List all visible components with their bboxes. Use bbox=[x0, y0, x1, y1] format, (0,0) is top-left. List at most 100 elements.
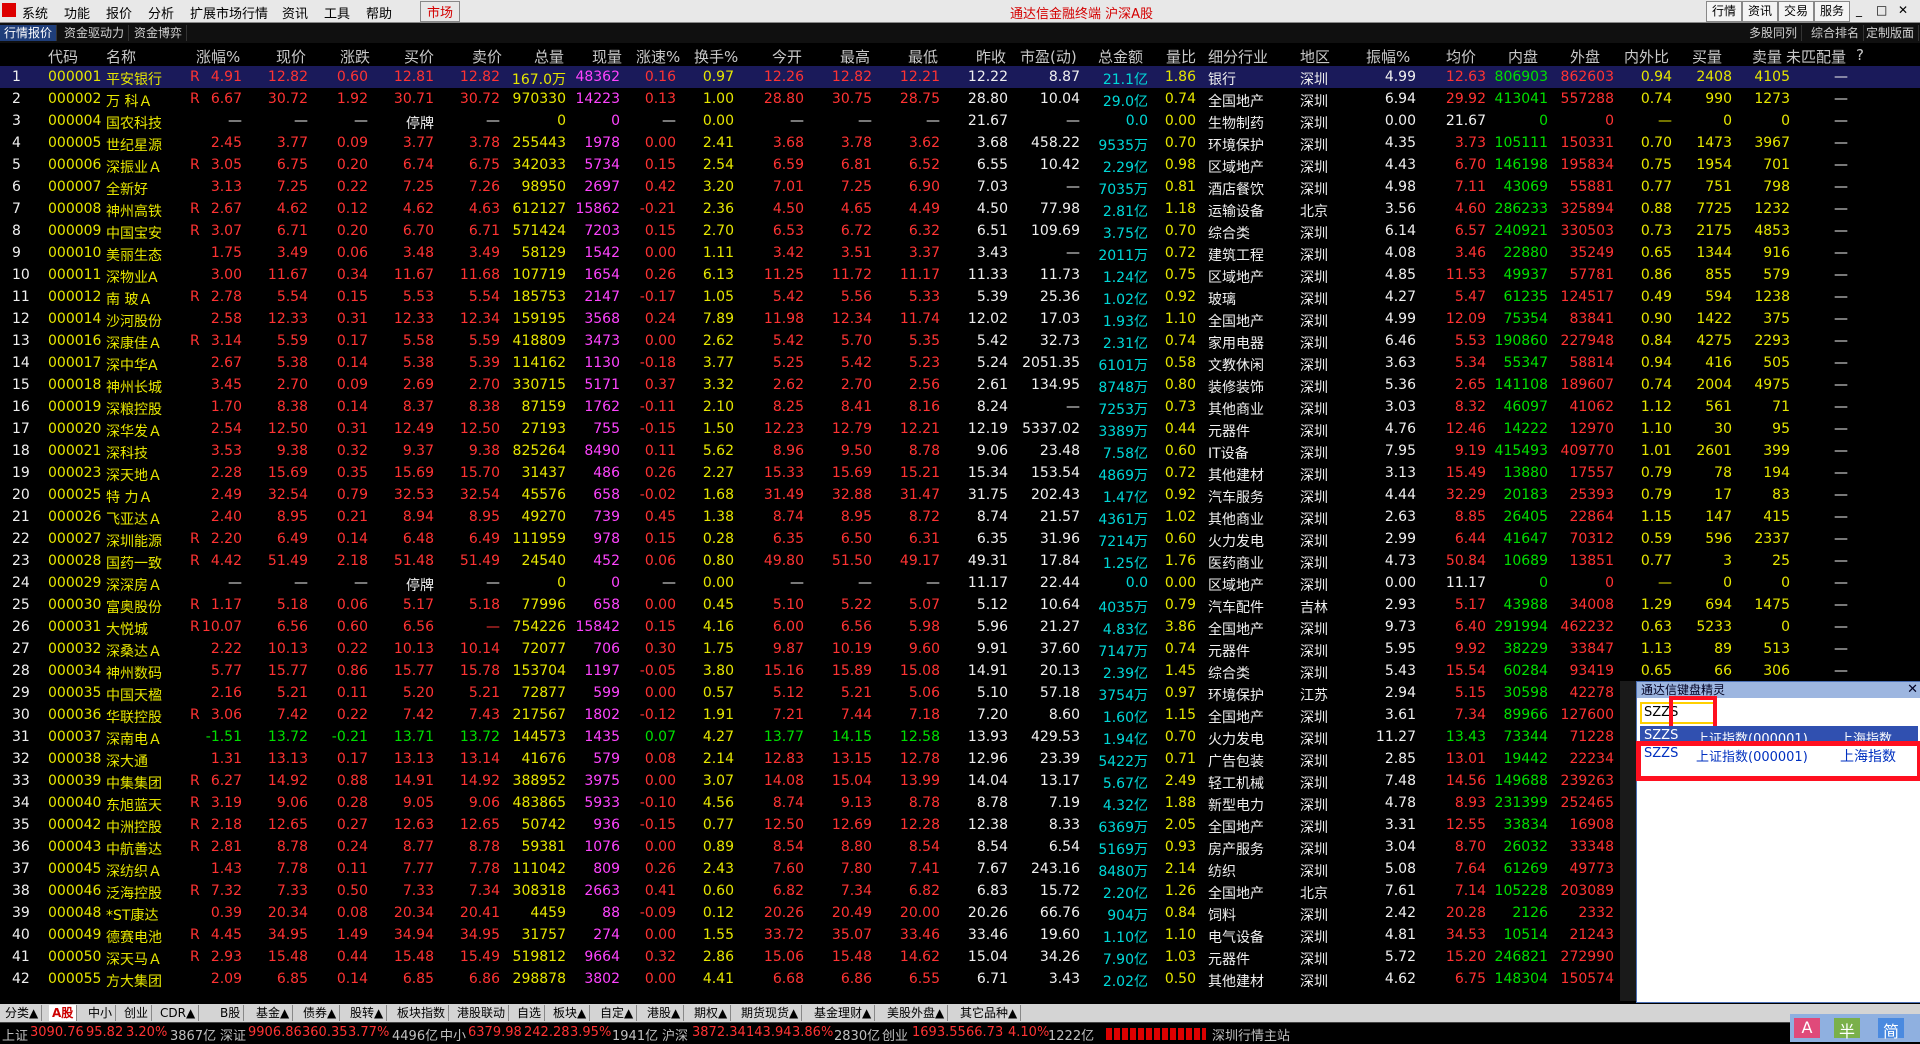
table-row[interactable]: 3 000004 国农科技 — — — 停牌 — 0 0 — 0.00 — — — 21.67 — 0.0 0.00… bbox=[0, 110, 1920, 132]
market-tab[interactable]: 板块指数 bbox=[394, 1005, 450, 1021]
table-row[interactable]: 6 000007 全新好 3.13 7.25 0.22 7.25 7.26 98950 2697 0… bbox=[0, 176, 1920, 198]
market-tab[interactable]: CDR▲ bbox=[157, 1005, 200, 1021]
col-outer[interactable]: 外盘 bbox=[1570, 46, 1600, 67]
table-row[interactable]: 12 000014 沙河股份 2.58 12.33 0.31 12.33 12.34 15919… bbox=[0, 308, 1920, 330]
col-unmatched[interactable]: 未匹配量 bbox=[1786, 46, 1846, 67]
market-tab[interactable]: 自定▲ bbox=[597, 1005, 638, 1021]
table-row[interactable]: 18 000021 深科技 3.53 9.38 0.32 9.37 9.38 825264 849… bbox=[0, 440, 1920, 462]
market-tab[interactable]: 中小 bbox=[85, 1005, 117, 1021]
topbtn-trade[interactable]: 交易 bbox=[1778, 1, 1814, 22]
table-row[interactable]: 8 000009 中国宝安 R 3.07 6.71 0.20 6.70 6.71 571424 72… bbox=[0, 220, 1920, 242]
col-turnover[interactable]: 换手% bbox=[694, 46, 738, 67]
market-tab[interactable]: 自选 bbox=[514, 1005, 546, 1021]
col-volume[interactable]: 总量 bbox=[534, 46, 564, 67]
tab-quote-list[interactable]: 行情报价 bbox=[0, 25, 58, 41]
menu-help[interactable]: 帮助 bbox=[366, 3, 392, 22]
col-vol-ratio[interactable]: 量比 bbox=[1166, 46, 1196, 67]
table-row[interactable]: 15 000018 神州长城 3.45 2.70 0.09 2.69 2.70 330715 51… bbox=[0, 374, 1920, 396]
menu-quote[interactable]: 报价 bbox=[106, 3, 132, 22]
close-icon[interactable]: ✕ bbox=[1907, 682, 1918, 697]
table-row[interactable]: 4 000005 世纪星源 2.45 3.77 0.09 3.77 3.78 255443 197… bbox=[0, 132, 1920, 154]
table-row[interactable]: 9 000010 美丽生态 1.75 3.49 0.06 3.48 3.49 58129 1542… bbox=[0, 242, 1920, 264]
table-row[interactable]: 17 000020 深华发Ａ 2.54 12.50 0.31 12.49 12.50 27193… bbox=[0, 418, 1920, 440]
col-ask-vol[interactable]: 卖量 bbox=[1752, 46, 1782, 67]
market-tab[interactable]: 其它品种▲ bbox=[957, 1005, 1022, 1021]
market-tab[interactable]: 债券▲ bbox=[300, 1005, 341, 1021]
col-amount[interactable]: 总金额 bbox=[1098, 46, 1143, 67]
market-tab[interactable]: 股转▲ bbox=[347, 1005, 388, 1021]
market-tab[interactable]: 港股联动 bbox=[454, 1005, 510, 1021]
col-speed[interactable]: 涨速% bbox=[636, 46, 680, 67]
minimize-icon[interactable]: _ bbox=[1856, 3, 1862, 17]
market-tab[interactable]: 板块▲ bbox=[550, 1005, 591, 1021]
market-tab[interactable]: 港股▲ bbox=[644, 1005, 685, 1021]
table-row[interactable]: 14 000017 深中华A 2.67 5.38 0.14 5.38 5.39 114162 11… bbox=[0, 352, 1920, 374]
market-tab[interactable]: A股 bbox=[49, 1005, 78, 1021]
market-tab[interactable]: 基金理财▲ bbox=[811, 1005, 876, 1021]
table-row[interactable]: 13 000016 深康佳Ａ R 3.14 5.59 0.17 5.58 5.59 418809 3… bbox=[0, 330, 1920, 352]
table-row[interactable]: 24 000029 深深房Ａ — — — 停牌 —0 0—0.00— — —11.17 22.44 0.… bbox=[0, 572, 1920, 594]
col-bid[interactable]: 买价 bbox=[404, 46, 434, 67]
maximize-icon[interactable]: □ bbox=[1876, 3, 1887, 17]
table-row[interactable]: 28 000034 神州数码 5.77 15.77 0.86 15.77 15.78 15370… bbox=[0, 660, 1920, 682]
menu-tools[interactable]: 工具 bbox=[324, 3, 350, 22]
tab-capital-drive[interactable]: 资金驱动力 bbox=[60, 25, 130, 41]
tab-ranking[interactable]: 综合排名 bbox=[1807, 25, 1865, 41]
col-region[interactable]: 地区 bbox=[1300, 46, 1330, 67]
table-row[interactable]: 16 000019 深粮控股 1.70 8.38 0.14 8.37 8.38 87159 176… bbox=[0, 396, 1920, 418]
ime-simplified-icon[interactable]: 简 bbox=[1878, 1018, 1904, 1041]
market-tab[interactable]: 期货现货▲ bbox=[738, 1005, 803, 1021]
menu-extended-market[interactable]: 扩展市场行情 bbox=[190, 3, 268, 22]
col-pe[interactable]: 市盈(动) bbox=[1020, 46, 1077, 67]
menu-news[interactable]: 资讯 bbox=[282, 3, 308, 22]
table-row[interactable]: 2 000002 万 科Ａ R 6.67 30.72 1.92 30.71 30.72 97033… bbox=[0, 88, 1920, 110]
col-cur-volume[interactable]: 现量 bbox=[592, 46, 622, 67]
market-tab[interactable]: 期权▲ bbox=[691, 1005, 732, 1021]
col-inner[interactable]: 内盘 bbox=[1508, 46, 1538, 67]
menu-system[interactable]: 系统 bbox=[22, 3, 48, 22]
table-row[interactable]: 27 000032 深桑达Ａ 2.22 10.13 0.22 10.13 10.14 72077… bbox=[0, 638, 1920, 660]
col-io-ratio[interactable]: 内外比 bbox=[1624, 46, 1669, 67]
topbtn-service[interactable]: 服务 bbox=[1814, 1, 1850, 22]
table-row[interactable]: 21 000026 飞亚达Ａ 2.40 8.95 0.21 8.94 8.95 49270 739… bbox=[0, 506, 1920, 528]
ime-a-icon[interactable]: A bbox=[1794, 1018, 1820, 1038]
col-amplitude[interactable]: 振幅% bbox=[1366, 46, 1410, 67]
tab-multi-stock[interactable]: 多股同列 bbox=[1745, 25, 1803, 41]
col-code[interactable]: 代码 bbox=[48, 46, 78, 67]
col-high[interactable]: 最高 bbox=[840, 46, 870, 67]
menu-analysis[interactable]: 分析 bbox=[148, 3, 174, 22]
col-name[interactable]: 名称 bbox=[106, 46, 136, 67]
ime-half-icon[interactable]: 半 bbox=[1834, 1018, 1860, 1041]
menu-function[interactable]: 功能 bbox=[64, 3, 90, 22]
tab-custom-layout[interactable]: 定制版面 bbox=[1862, 25, 1920, 41]
market-tab[interactable]: 分类▲ bbox=[2, 1005, 43, 1021]
table-row[interactable]: 20 000025 特 力Ａ 2.49 32.54 0.79 32.53 32.54 45576… bbox=[0, 484, 1920, 506]
col-open[interactable]: 今开 bbox=[772, 46, 802, 67]
close-icon[interactable]: ✕ bbox=[1898, 3, 1908, 17]
help-icon[interactable]: ? bbox=[1856, 46, 1864, 64]
table-row[interactable]: 22 000027 深圳能源 R 2.20 6.49 0.14 6.48 6.49 111959 9… bbox=[0, 528, 1920, 550]
table-row[interactable]: 11 000012 南 玻Ａ R 2.78 5.54 0.15 5.53 5.54 185753 2… bbox=[0, 286, 1920, 308]
col-avg-price[interactable]: 均价 bbox=[1446, 46, 1476, 67]
col-pct[interactable]: 涨幅% bbox=[196, 46, 240, 67]
table-row[interactable]: 1 000001 平安银行 R 4.91 12.82 0.60 12.81 12.82 167.0… bbox=[0, 66, 1920, 88]
result-row-selected[interactable]: SZZS 上证指数(000001) 上海指数 bbox=[1640, 726, 1918, 747]
col-price[interactable]: 现价 bbox=[276, 46, 306, 67]
col-ask[interactable]: 卖价 bbox=[472, 46, 502, 67]
scrollbar[interactable] bbox=[1620, 681, 1636, 1001]
table-row[interactable]: 25 000030 富奥股份 R 1.17 5.18 0.06 5.17 5.18 77996 65… bbox=[0, 594, 1920, 616]
table-row[interactable]: 19 000023 深天地Ａ 2.28 15.69 0.35 15.69 15.70 31437… bbox=[0, 462, 1920, 484]
market-tab[interactable]: B股 bbox=[217, 1005, 245, 1021]
col-change[interactable]: 涨跌 bbox=[340, 46, 370, 67]
market-tab[interactable]: 美股外盘▲ bbox=[884, 1005, 949, 1021]
col-low[interactable]: 最低 bbox=[908, 46, 938, 67]
table-row[interactable]: 23 000028 国药一致 R 4.42 51.49 2.18 51.48 51.49 2454… bbox=[0, 550, 1920, 572]
table-row[interactable]: 26 000031 大悦城 R 10.07 6.56 0.60 6.56 — 754226 1584… bbox=[0, 616, 1920, 638]
market-tab[interactable]: 基金▲ bbox=[253, 1005, 294, 1021]
topbtn-quote[interactable]: 行情 bbox=[1706, 1, 1742, 22]
topbtn-news[interactable]: 资讯 bbox=[1742, 1, 1778, 22]
col-bid-vol[interactable]: 买量 bbox=[1692, 46, 1722, 67]
table-row[interactable]: 7 000008 神州高铁 R 2.67 4.62 0.12 4.62 4.63 612127 15… bbox=[0, 198, 1920, 220]
tab-capital-game[interactable]: 资金博弈 bbox=[130, 25, 188, 41]
market-button[interactable]: 市场 bbox=[420, 1, 461, 22]
